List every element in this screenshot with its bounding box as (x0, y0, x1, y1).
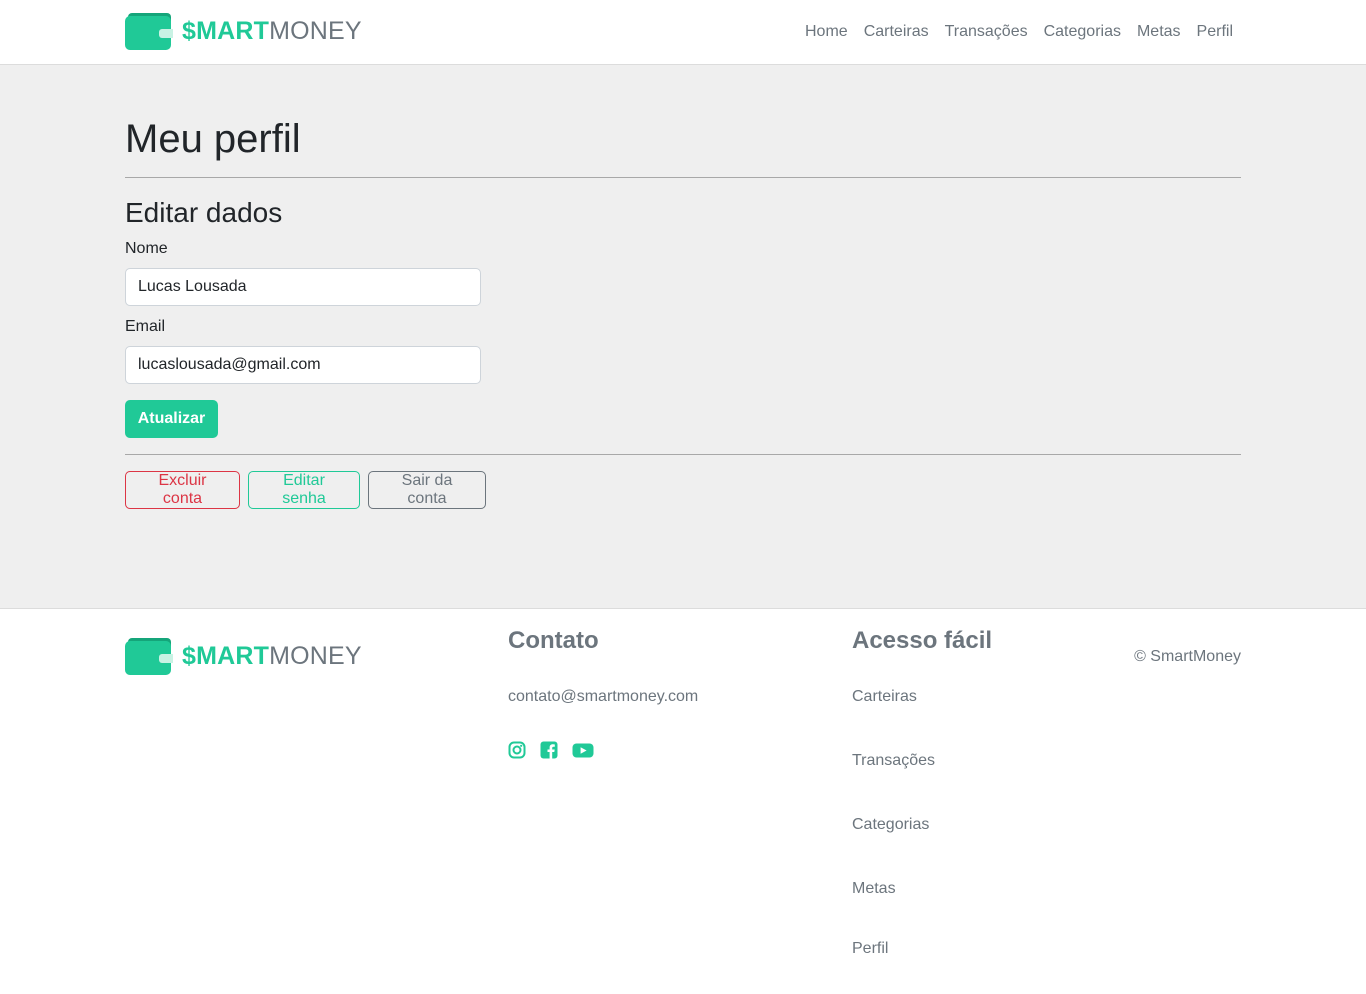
page-title: Meu perfil (125, 117, 301, 161)
youtube-icon[interactable] (572, 741, 594, 759)
facebook-icon[interactable] (540, 741, 558, 759)
footer-link-categorias[interactable]: Categorias (852, 816, 929, 834)
name-field[interactable] (125, 268, 481, 306)
brand-logo[interactable]: $MARTMONEY (125, 13, 362, 50)
footer-link-perfil[interactable]: Perfil (852, 940, 888, 958)
wallet-icon (125, 638, 173, 675)
nav-item-carteiras[interactable]: Carteiras (864, 23, 929, 41)
top-navbar: $MARTMONEY Home Carteiras Transações Cat… (0, 0, 1366, 65)
contact-email-link[interactable]: contato@smartmoney.com (508, 688, 698, 706)
logout-button[interactable]: Sair da conta (368, 471, 486, 509)
nav-item-categorias[interactable]: Categorias (1044, 23, 1121, 41)
wallet-icon (125, 13, 173, 50)
profile-main: Meu perfil Editar dados Nome Email Atual… (0, 65, 1366, 609)
delete-account-button[interactable]: Excluir conta (125, 471, 240, 509)
update-button[interactable]: Atualizar (125, 400, 218, 438)
footer-link-transacoes[interactable]: Transações (852, 752, 935, 770)
social-links (508, 741, 594, 759)
footer-link-carteiras[interactable]: Carteiras (852, 688, 917, 706)
email-label: Email (125, 318, 166, 335)
brand-name: $MARTMONEY (182, 642, 362, 670)
divider (125, 454, 1241, 455)
email-field[interactable] (125, 346, 481, 384)
nav-item-transacoes[interactable]: Transações (945, 23, 1028, 41)
name-label: Nome (125, 240, 168, 257)
footer-brand-logo[interactable]: $MARTMONEY (125, 638, 362, 675)
brand-name: $MARTMONEY (182, 17, 362, 45)
instagram-icon[interactable] (508, 741, 526, 759)
footer-link-metas[interactable]: Metas (852, 880, 896, 898)
footer: $MARTMONEY Contato contato@smartmoney.co… (0, 609, 1366, 994)
quick-access-heading: Acesso fácil (852, 627, 993, 654)
section-title: Editar dados (125, 197, 283, 228)
copyright: © SmartMoney (1134, 648, 1241, 665)
nav-item-perfil[interactable]: Perfil (1197, 23, 1233, 41)
nav-item-metas[interactable]: Metas (1137, 23, 1181, 41)
divider (125, 177, 1241, 178)
edit-password-button[interactable]: Editar senha (248, 471, 360, 509)
main-nav: Home Carteiras Transações Categorias Met… (805, 23, 1233, 41)
contact-heading: Contato (508, 627, 599, 654)
nav-item-home[interactable]: Home (805, 23, 848, 41)
